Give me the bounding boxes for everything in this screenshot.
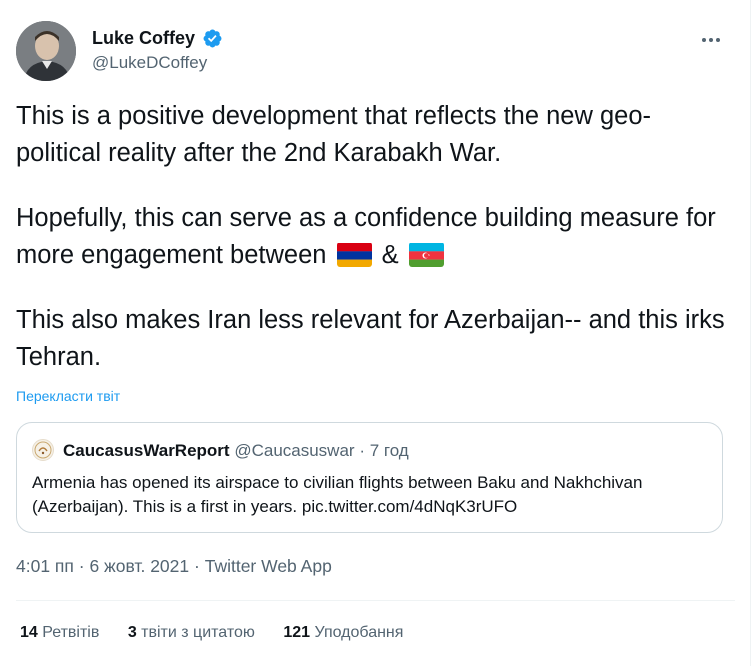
quoted-tweet-header: CaucasusWarReport @Caucasuswar · 7 год	[63, 441, 409, 461]
retweets-count: 14	[20, 624, 38, 641]
quoted-author-avatar	[32, 439, 54, 461]
retweets-label: Ретвітів	[42, 624, 100, 641]
tweet-date[interactable]: 6 жовт. 2021	[89, 556, 189, 576]
tweet-time[interactable]: 4:01 пп	[16, 556, 74, 576]
tweet-paragraph-3: This also makes Iran less relevant for A…	[16, 306, 725, 371]
quote-tweets-label: твіти з цитатою	[141, 624, 255, 641]
author-display-name[interactable]: Luke Coffey	[92, 28, 195, 49]
quoted-author-handle: @Caucasuswar	[234, 441, 355, 460]
likes-count: 121	[283, 624, 311, 641]
likes-stat[interactable]: 121 Уподобання	[283, 624, 403, 642]
divider	[16, 600, 735, 601]
armenia-flag-icon	[336, 242, 372, 267]
quoted-tweet-text: Armenia has opened its airspace to civil…	[32, 473, 643, 516]
tweet-detail: Luke Coffey @LukeDCoffey This is a posit…	[0, 0, 751, 666]
retweets-stat[interactable]: 14 Ретвітів	[20, 624, 99, 642]
quoted-author-name: CaucasusWarReport	[63, 441, 230, 460]
tweet-paragraph-1: This is a positive development that refl…	[16, 102, 651, 167]
likes-label: Уподобання	[314, 624, 404, 641]
more-options-button[interactable]	[695, 24, 727, 56]
profile-photo-icon	[16, 21, 76, 81]
quote-tweets-count: 3	[127, 624, 137, 641]
tweet-paragraph-2: Hopefully, this can serve as a confidenc…	[16, 200, 731, 274]
author-handle[interactable]: @LukeDCoffey	[92, 53, 207, 73]
quote-tweets-stat[interactable]: 3 твіти з цитатою	[128, 624, 255, 642]
tweet-text: This is a positive development that refl…	[16, 98, 731, 376]
more-horizontal-icon	[702, 38, 720, 42]
meta-separator: ·	[194, 556, 200, 576]
ampersand-text: &	[381, 241, 399, 269]
translate-tweet-link[interactable]: Перекласти твіт	[16, 388, 120, 404]
verified-badge-icon	[203, 29, 222, 48]
quoted-separator: ·	[359, 441, 365, 460]
tweet-source-link[interactable]: Twitter Web App	[205, 556, 332, 576]
quoted-tweet-card[interactable]: CaucasusWarReport @Caucasuswar · 7 год A…	[16, 422, 723, 533]
caucasus-logo-icon	[34, 441, 52, 459]
azerbaijan-flag-icon	[408, 242, 444, 267]
tweet-meta: 4:01 пп · 6 жовт. 2021 · Twitter Web App	[16, 556, 332, 577]
quoted-time: 7 год	[369, 441, 409, 460]
author-avatar[interactable]	[16, 21, 76, 81]
meta-separator: ·	[78, 556, 85, 576]
tweet-stats: 14 Ретвітів 3 твіти з цитатою 121 Уподоб…	[20, 624, 427, 642]
